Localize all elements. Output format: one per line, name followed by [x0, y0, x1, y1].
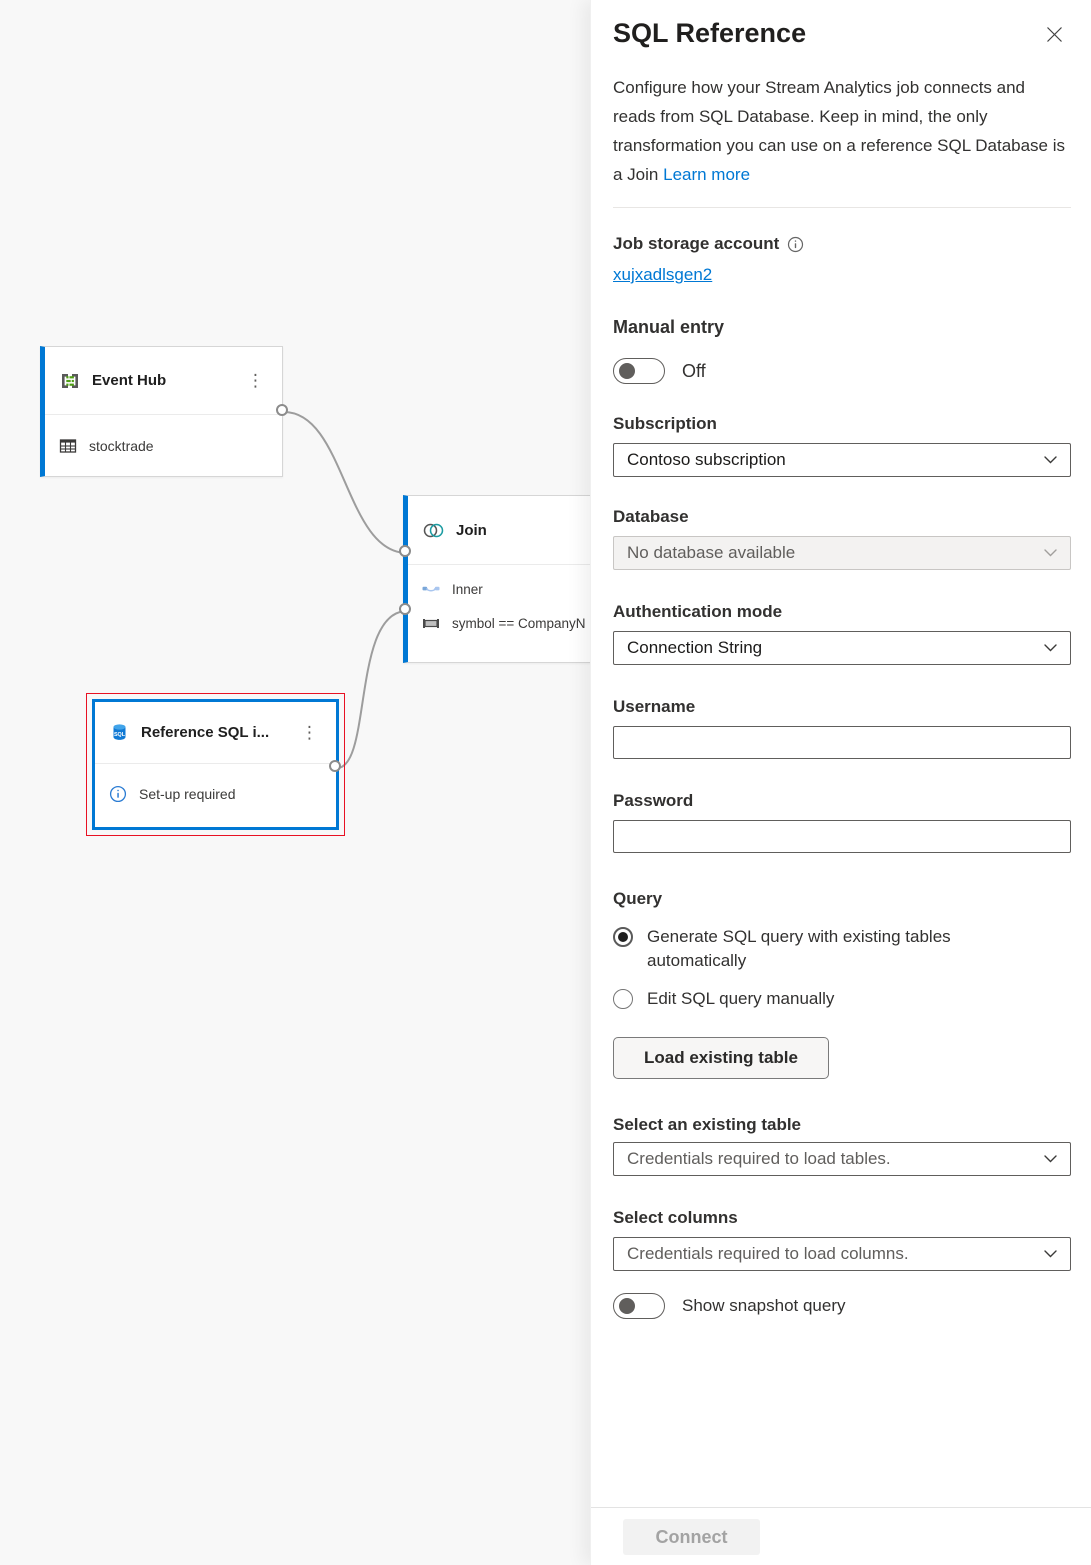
join-type-label: Inner	[452, 582, 483, 597]
password-field[interactable]	[613, 820, 1071, 853]
toggle-knob	[619, 363, 635, 379]
query-label: Query	[613, 889, 1071, 909]
authentication-mode-dropdown[interactable]: Connection String	[613, 631, 1071, 665]
toggle-knob	[619, 1298, 635, 1314]
chevron-down-icon	[1044, 456, 1057, 464]
event-hub-node-title: Event Hub	[92, 372, 166, 389]
info-icon[interactable]	[787, 236, 804, 253]
panel-description: Configure how your Stream Analytics job …	[613, 73, 1065, 189]
reference-sql-node[interactable]: SQL Reference SQL i... ⋮ S	[92, 699, 339, 830]
setup-required-label: Set-up required	[139, 786, 236, 802]
join-condition-label: symbol == CompanyN	[452, 616, 586, 631]
select-existing-table-label: Select an existing table	[613, 1115, 1071, 1135]
info-icon	[109, 785, 127, 803]
select-columns-label: Select columns	[613, 1208, 1071, 1228]
database-label: Database	[613, 507, 1071, 527]
reference-sql-node-title: Reference SQL i...	[141, 724, 269, 741]
manual-entry-state-label: Off	[682, 361, 706, 382]
stream-analytics-job-diagram-page: Event Hub ⋮ stocktrade	[0, 0, 1091, 1565]
table-icon	[59, 437, 77, 455]
join-input-port-1[interactable]	[399, 545, 411, 557]
join-icon	[422, 522, 445, 539]
event-hub-entity-label: stocktrade	[89, 438, 154, 454]
panel-footer: Connect	[591, 1507, 1091, 1565]
reference-sql-output-port[interactable]	[329, 760, 341, 772]
join-condition-icon	[422, 617, 440, 630]
sql-reference-panel: SQL Reference Configure how your Stream …	[590, 0, 1091, 1565]
inner-join-icon	[422, 583, 440, 595]
event-hub-icon	[59, 370, 81, 392]
radio-selected-icon	[613, 927, 633, 947]
more-options-icon[interactable]: ⋮	[295, 722, 324, 743]
chevron-down-icon	[1044, 1250, 1057, 1258]
load-existing-table-button[interactable]: Load existing table	[613, 1037, 829, 1079]
join-node-title: Join	[456, 522, 487, 539]
chevron-down-icon	[1044, 644, 1057, 652]
username-field[interactable]	[613, 726, 1071, 759]
username-label: Username	[613, 697, 1071, 717]
close-icon[interactable]	[1044, 24, 1065, 45]
manual-entry-label: Manual entry	[613, 317, 1071, 338]
authentication-mode-label: Authentication mode	[613, 602, 1071, 622]
event-hub-node[interactable]: Event Hub ⋮ stocktrade	[40, 346, 283, 477]
chevron-down-icon	[1044, 549, 1057, 557]
svg-text:SQL: SQL	[114, 732, 126, 738]
show-snapshot-query-label: Show snapshot query	[682, 1296, 846, 1316]
database-dropdown: No database available	[613, 536, 1071, 570]
learn-more-link[interactable]: Learn more	[663, 165, 750, 184]
job-storage-account-link[interactable]: xujxadlsgen2	[613, 265, 712, 285]
show-snapshot-query-toggle[interactable]	[613, 1293, 665, 1319]
join-input-port-2[interactable]	[399, 603, 411, 615]
select-existing-table-dropdown[interactable]: Credentials required to load tables.	[613, 1142, 1071, 1176]
reference-sql-selection-outline: SQL Reference SQL i... ⋮ S	[86, 693, 345, 836]
query-option-edit-radio[interactable]: Edit SQL query manually	[613, 987, 1071, 1011]
job-storage-account-label: Job storage account	[613, 234, 779, 254]
connect-button[interactable]: Connect	[623, 1519, 760, 1555]
panel-title: SQL Reference	[613, 18, 1071, 49]
subscription-label: Subscription	[613, 414, 1071, 434]
manual-entry-toggle[interactable]	[613, 358, 665, 384]
password-label: Password	[613, 791, 1071, 811]
subscription-dropdown[interactable]: Contoso subscription	[613, 443, 1071, 477]
sql-database-icon: SQL	[109, 722, 130, 743]
chevron-down-icon	[1044, 1155, 1057, 1163]
event-hub-output-port[interactable]	[276, 404, 288, 416]
query-option-generate-radio[interactable]: Generate SQL query with existing tables …	[613, 925, 1071, 973]
select-columns-dropdown[interactable]: Credentials required to load columns.	[613, 1237, 1071, 1271]
more-options-icon[interactable]: ⋮	[241, 370, 270, 391]
section-divider	[613, 207, 1071, 208]
radio-unselected-icon	[613, 989, 633, 1009]
